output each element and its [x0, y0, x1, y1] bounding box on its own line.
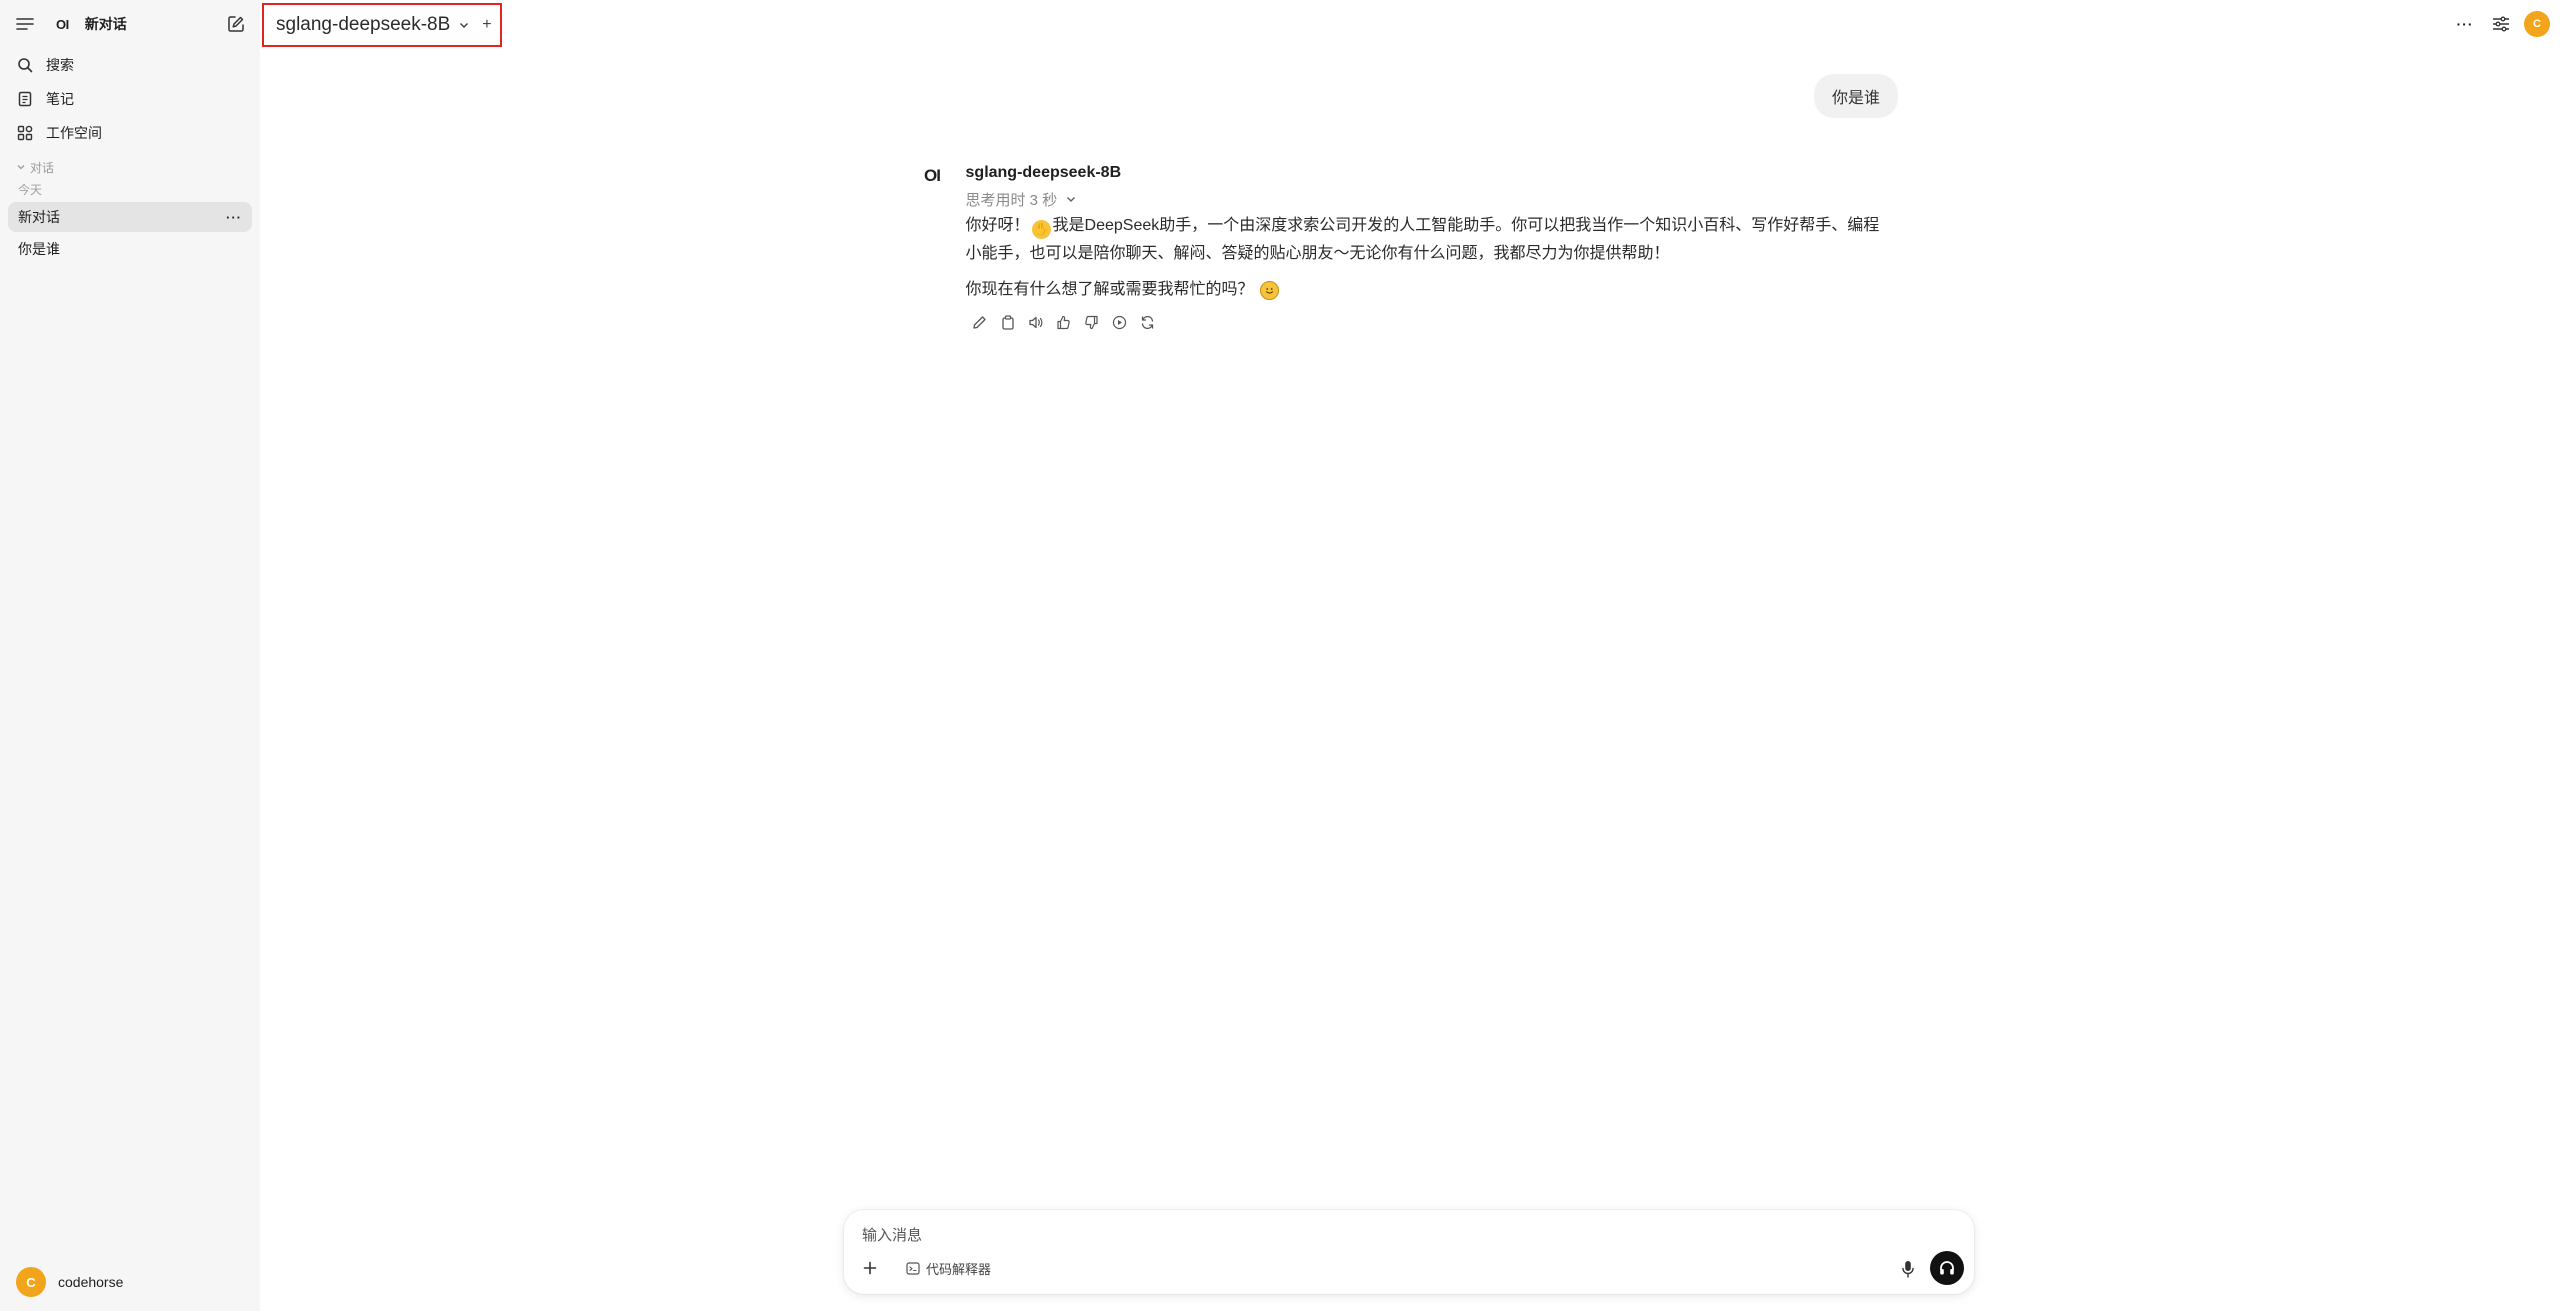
chat-list: 新对话 ··· 你是谁 [0, 198, 260, 264]
topbar-actions: ··· C [2444, 9, 2550, 39]
app-root: OI 新对话 搜索 笔记 工作空间 对话 今天 新对话 ··· 你是谁 C co… [0, 0, 2560, 1311]
code-interpreter-label: 代码解释器 [926, 1261, 992, 1277]
voice-mode-headphones-icon[interactable] [1930, 1251, 1964, 1285]
workspace-icon [16, 124, 34, 142]
assistant-avatar: OI [924, 166, 941, 185]
controls-icon[interactable] [2486, 9, 2516, 39]
date-group-label: 今天 [18, 182, 43, 197]
continue-icon[interactable] [1106, 308, 1134, 336]
thumbs-up-icon[interactable] [1050, 308, 1078, 336]
thinking-toggle[interactable]: 思考用时 3 秒 [966, 186, 1884, 212]
assistant-message: OI sglang-deepseek-8B 思考用时 3 秒 你好呀！ ✋ 我是De… [924, 164, 1884, 336]
app-logo[interactable]: OI [56, 17, 69, 32]
chat-more-icon[interactable]: ··· [226, 210, 242, 225]
add-model-button[interactable]: + [482, 16, 491, 34]
edit-icon[interactable] [966, 308, 994, 336]
user-menu[interactable]: C codehorse [16, 1267, 123, 1297]
user-message: 你是谁 [1814, 74, 1899, 118]
paragraph-text: 你现在有什么想了解或需要我帮忙的吗？ [965, 281, 1254, 298]
sidebar-item-label: 搜索 [46, 57, 74, 73]
more-options-icon[interactable]: ··· [2450, 9, 2480, 39]
microphone-icon[interactable] [1894, 1254, 1922, 1284]
message-actions [966, 308, 1884, 336]
main-panel: sglang-deepseek-8B + ··· C 你是谁 OI sglang… [260, 0, 2560, 1311]
waving-hand-emoji-icon: ✋ [1031, 219, 1051, 239]
chevron-down-icon [1065, 193, 1077, 205]
avatar[interactable]: C [2524, 11, 2550, 37]
username: codehorse [58, 1274, 124, 1290]
sidebar-nav: 搜索 笔记 工作空间 [0, 48, 260, 150]
sidebar-item-search[interactable]: 搜索 [10, 48, 250, 82]
sidebar-item-label: 工作空间 [46, 125, 102, 141]
sidebar-header: OI 新对话 [0, 0, 260, 48]
chat-item[interactable]: 你是谁 [8, 234, 252, 264]
sidebar-item-workspace[interactable]: 工作空间 [10, 116, 250, 150]
message-composer: 代码解释器 [844, 1210, 1974, 1294]
paragraph-text: 你好呀！ [965, 217, 1030, 234]
thumbs-down-icon[interactable] [1078, 308, 1106, 336]
sidebar-item-notes[interactable]: 笔记 [10, 82, 250, 116]
message-input[interactable] [862, 1222, 1862, 1248]
sidebar-item-label: 笔记 [46, 91, 74, 107]
new-chat-icon[interactable] [224, 12, 248, 36]
paragraph-text: 我是DeepSeek助手，一个由深度求索公司开发的人工智能助手。你可以把我当作一… [965, 217, 1880, 262]
smile-emoji-icon [1259, 281, 1279, 300]
assistant-body: sglang-deepseek-8B 思考用时 3 秒 你好呀！ ✋ 我是DeepS… [966, 164, 1884, 336]
chat-title: 你是谁 [18, 241, 60, 257]
code-interpreter-toggle[interactable]: 代码解释器 [906, 1256, 991, 1280]
assistant-name: sglang-deepseek-8B [965, 164, 1122, 181]
topbar: sglang-deepseek-8B + ··· C [260, 0, 2560, 48]
chats-section-toggle[interactable]: 对话 [0, 150, 260, 176]
copy-icon[interactable] [994, 308, 1022, 336]
chat-title: 新对话 [18, 209, 60, 225]
terminal-icon [906, 1261, 920, 1275]
chevron-down-icon [16, 162, 26, 172]
search-icon [16, 56, 34, 74]
section-label: 对话 [30, 160, 55, 175]
model-name: sglang-deepseek-8B [276, 14, 451, 35]
attach-plus-icon[interactable] [856, 1254, 884, 1282]
thinking-label: 思考用时 3 秒 [965, 191, 1058, 209]
sidebar: OI 新对话 搜索 笔记 工作空间 对话 今天 新对话 ··· 你是谁 C co… [0, 0, 260, 1311]
new-chat-link[interactable]: 新对话 [85, 14, 127, 34]
assistant-paragraph: 你现在有什么想了解或需要我帮忙的吗？ [966, 276, 1884, 304]
regenerate-icon[interactable] [1134, 308, 1162, 336]
model-selector[interactable]: sglang-deepseek-8B + [262, 3, 502, 47]
chevron-down-icon [458, 19, 470, 31]
assistant-paragraph: 你好呀！ ✋ 我是DeepSeek助手，一个由深度求索公司开发的人工智能助手。你可以… [966, 212, 1884, 268]
avatar: C [16, 1267, 46, 1297]
chat-item-active[interactable]: 新对话 ··· [8, 202, 252, 232]
user-message-bubble: 你是谁 [1814, 74, 1899, 118]
notes-icon [16, 90, 34, 108]
menu-toggle-icon[interactable] [14, 13, 36, 35]
read-aloud-icon[interactable] [1022, 308, 1050, 336]
more-dots: ··· [2456, 16, 2474, 32]
